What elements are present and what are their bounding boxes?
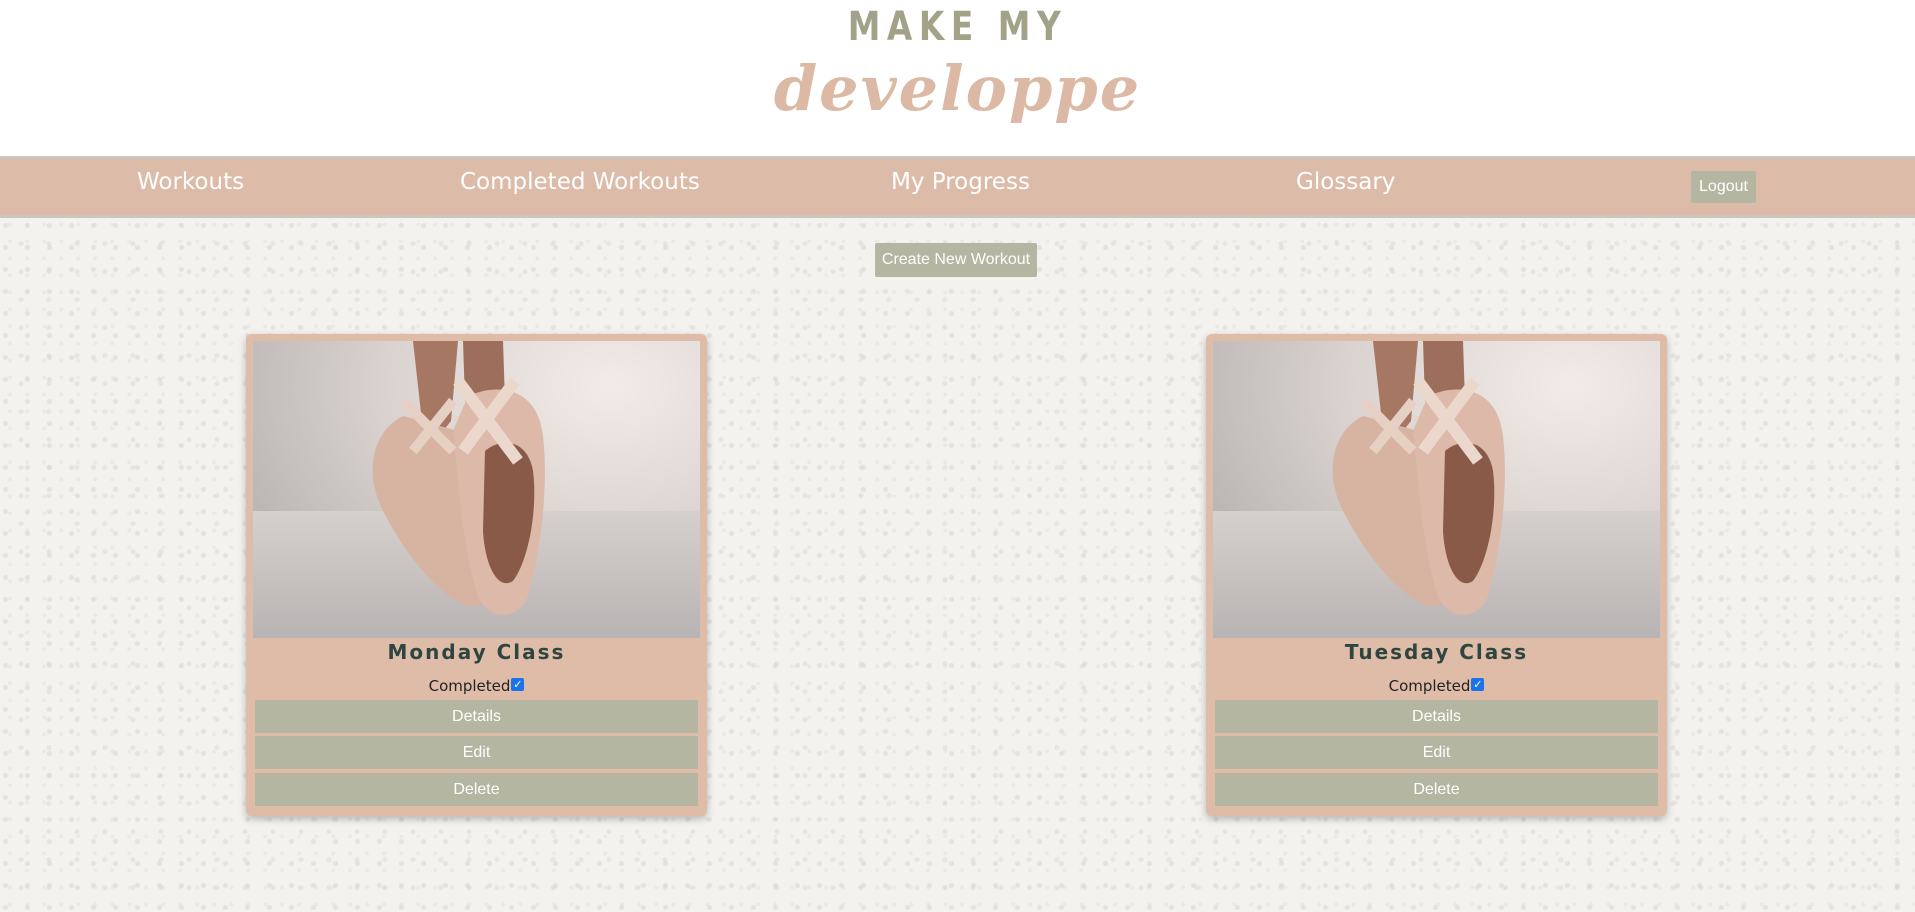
pointe-shoes-illustration: [253, 341, 700, 638]
delete-button[interactable]: Delete: [1215, 773, 1658, 806]
main-navbar: Workouts Completed Workouts My Progress …: [0, 156, 1915, 218]
pointe-shoes-illustration: [1213, 341, 1660, 638]
create-new-workout-button[interactable]: Create New Workout: [875, 243, 1037, 277]
site-header: MAKE MY developpe: [0, 0, 1915, 156]
completed-status: Completed ✓: [1206, 677, 1667, 695]
completed-checkbox[interactable]: ✓: [511, 677, 525, 691]
edit-button[interactable]: Edit: [255, 736, 698, 769]
nav-workouts[interactable]: Workouts: [137, 169, 244, 195]
workout-title: Tuesday Class: [1344, 640, 1529, 664]
workout-title: Monday Class: [387, 640, 566, 664]
workout-card: Monday Class Completed ✓ Details Edit De…: [246, 334, 707, 816]
ballet-shoes-image: [253, 341, 700, 638]
completed-label: Completed: [1388, 677, 1471, 695]
workout-card: Tuesday Class Completed ✓ Details Edit D…: [1206, 334, 1667, 816]
delete-button[interactable]: Delete: [255, 773, 698, 806]
completed-status: Completed ✓: [246, 677, 707, 695]
nav-glossary[interactable]: Glossary: [1296, 169, 1395, 195]
logo-developpe: developpe: [773, 52, 1142, 125]
logo-make-my: MAKE MY: [847, 4, 1068, 50]
nav-completed-workouts[interactable]: Completed Workouts: [460, 169, 700, 195]
logout-button[interactable]: Logout: [1691, 171, 1756, 203]
completed-label: Completed: [428, 677, 511, 695]
ballet-shoes-image: [1213, 341, 1660, 638]
nav-my-progress[interactable]: My Progress: [891, 169, 1030, 195]
details-button[interactable]: Details: [1215, 700, 1658, 733]
details-button[interactable]: Details: [255, 700, 698, 733]
edit-button[interactable]: Edit: [1215, 736, 1658, 769]
completed-checkbox[interactable]: ✓: [1471, 677, 1485, 691]
